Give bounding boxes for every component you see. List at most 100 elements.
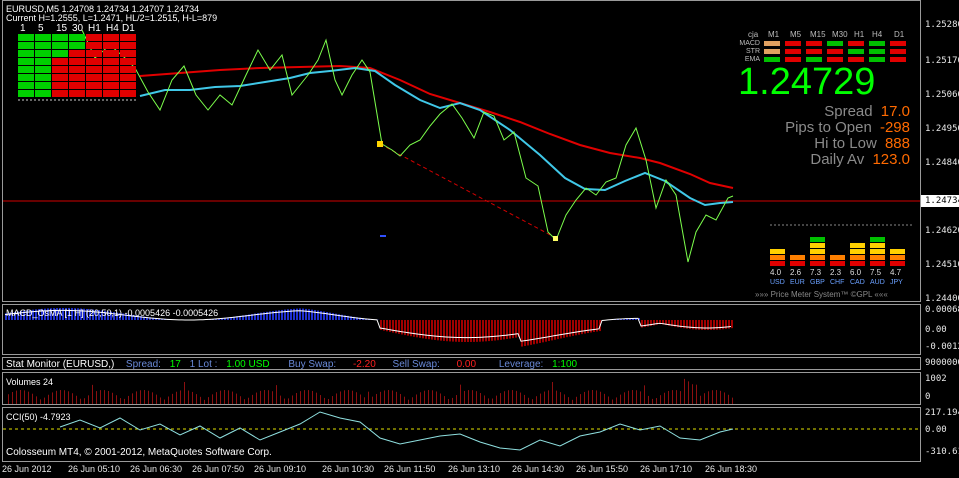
tf-cell [52,50,68,57]
tf-cell [35,66,51,73]
tf-cell [86,34,102,41]
meter-stat-row: Daily Av 123.0 [810,152,910,168]
strength-segment [810,255,825,260]
tf-labels: 1 5 15 30 H1 H4 D1 [18,23,138,35]
meter-cell [869,41,885,46]
strength-value: 4.7 [890,268,902,277]
strength-segment [790,261,805,266]
strength-value: 7.5 [870,268,882,277]
stat-monitor-title: Stat Monitor (EURUSD,) [6,359,115,370]
spread-label: Spread: [125,359,161,370]
tf-cell [103,66,119,73]
strength-segment [850,255,865,260]
strength-currency: CAD [850,279,865,286]
cci-label: CCI(50) -4.7923 [6,412,71,422]
tf-label: 5 [38,23,44,34]
lot-label: 1 Lot : [189,359,218,370]
meter-header: D1 [894,30,905,39]
tf-cell [103,74,119,81]
strength-segment [890,255,905,260]
strength-segment [810,261,825,266]
strength-segment [850,243,865,248]
leverage-label: Leverage: [498,359,544,370]
tf-cell [52,42,68,49]
lot-value: 1.00 USD [226,359,270,370]
strength-segment [790,255,805,260]
tf-label: H4 [106,23,119,34]
tf-cell [18,66,34,73]
tf-cell [103,34,119,41]
tf-cell [69,90,85,97]
tf-cell [18,82,34,89]
meter-footer: »»» Price Meter System™ ©GPL ««« [755,290,888,299]
tf-label: H1 [88,23,101,34]
tf-cell [69,42,85,49]
tf-label: 1 [20,23,26,34]
strength-segment [770,249,785,254]
tf-cell [52,90,68,97]
strength-segment [890,249,905,254]
tf-cell [86,42,102,49]
meter-cell [848,41,864,46]
strength-segment [870,249,885,254]
strength-segment [810,249,825,254]
tf-cell [35,42,51,49]
strength-segment [810,237,825,242]
tf-cell [18,34,34,41]
strength-segment [850,261,865,266]
meter-stat-value: -298 [875,119,910,136]
tf-cell [18,74,34,81]
tf-cell [69,82,85,89]
strength-value: 4.0 [770,268,782,277]
strength-segment [870,255,885,260]
strength-segment [870,261,885,266]
meter-cell [827,41,843,46]
strength-currency: USD [770,279,785,286]
tf-cell [86,58,102,65]
buy-swap-value: -2.20 [352,359,376,370]
tf-cell [103,90,119,97]
meter-cell [785,49,801,54]
meter-header: M5 [790,30,802,39]
strength-bars [770,226,912,268]
meter-stat-row: Spread 17.0 [824,104,910,120]
tf-cell [52,82,68,89]
meter-cell [764,41,780,46]
leverage-value: 1:100 [552,359,578,370]
tf-cell [120,42,136,49]
tf-cell [86,90,102,97]
tf-cell [120,90,136,97]
stat-monitor-row: Stat Monitor (EURUSD,) Spread: 17 1 Lot … [6,359,577,370]
strength-value: 6.0 [850,268,862,277]
tf-cell [103,50,119,57]
volumes-label: Volumes 24 [6,377,54,387]
tf-cell [69,34,85,41]
tf-cell [35,58,51,65]
current-range-text: Current H=1.2555, L=1.2471, HL/2=1.2515,… [6,13,218,23]
meter-stat-label: Hi to Low [814,135,877,152]
sell-swap-value: 0.00 [456,359,477,370]
meter-stat-value: 888 [880,135,910,152]
tf-cell [120,34,136,41]
tf-cell [120,74,136,81]
tf-cell [52,58,68,65]
tf-cell [103,42,119,49]
meter-stat-value: 17.0 [876,103,910,120]
tf-label: 30 [72,23,84,34]
tf-cell [35,82,51,89]
meter-price: 1.24729 [738,61,876,103]
tf-cell [86,82,102,89]
meter-cell [890,57,906,62]
meter-header: M30 [832,30,848,39]
strength-segment [870,243,885,248]
tf-cell [69,74,85,81]
tf-cell [86,66,102,73]
meter-header: cja [748,30,759,39]
strength-segment [890,261,905,266]
tf-cell [52,34,68,41]
meter-stat-label: Spread [824,103,873,120]
tf-cell [18,42,34,49]
strength-segment [810,243,825,248]
tf-cell [120,50,136,57]
tf-cell [35,34,51,41]
